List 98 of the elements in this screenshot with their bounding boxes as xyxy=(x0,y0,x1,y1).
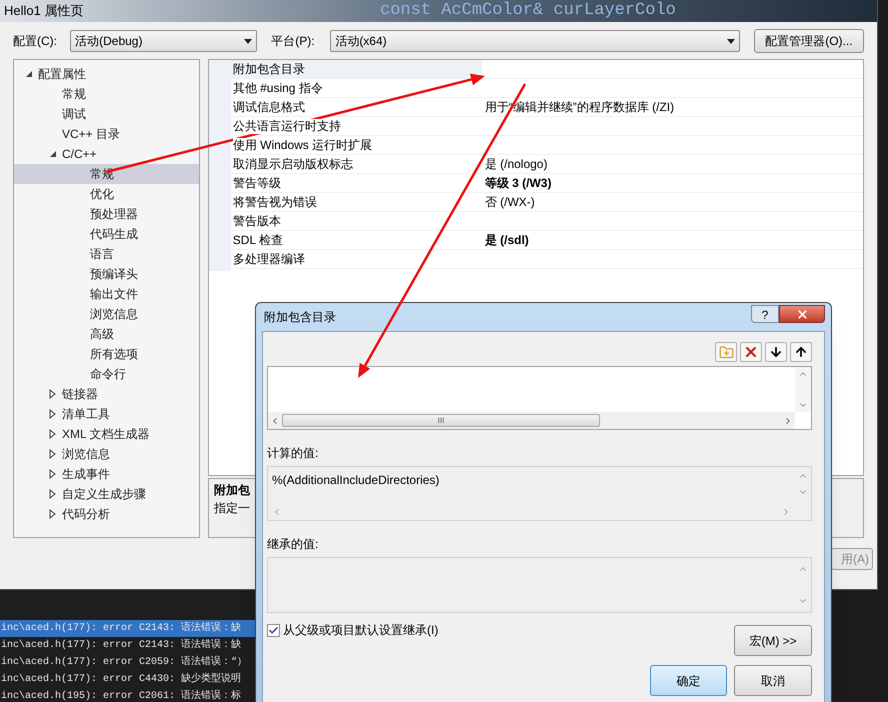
output-line[interactable]: inc\aced.h(195): error C2061: 语法错误：标 xyxy=(0,688,255,702)
tree-item-label: 代码分析 xyxy=(62,506,110,523)
tree-item[interactable]: 浏览信息 xyxy=(14,444,199,464)
property-name[interactable]: 多处理器编译 xyxy=(232,252,305,266)
platform-label: 平台(P): xyxy=(271,33,316,50)
property-name[interactable]: 将警告视为错误 xyxy=(232,194,317,210)
tree-item-label: 链接器 xyxy=(62,386,98,403)
tree-item-label: 预处理器 xyxy=(90,206,138,223)
property-name[interactable]: 调试信息格式 xyxy=(232,100,305,114)
output-line[interactable]: inc\aced.h(177): error C2143: 语法错误：缺 xyxy=(0,637,255,654)
platform-dropdown[interactable]: 活动(x64) xyxy=(330,30,740,52)
tree-item-label: 生成事件 xyxy=(62,466,110,483)
output-line[interactable]: inc\aced.h(177): error C4430: 缺少类型说明 xyxy=(0,671,255,688)
tree-item-label: 代码生成 xyxy=(90,226,138,243)
config-dropdown[interactable]: 活动(Debug) xyxy=(70,30,258,52)
tree-item-label: C/C++ xyxy=(62,146,97,163)
tree-item-label: 浏览信息 xyxy=(90,306,138,323)
tree-item-label: 输出文件 xyxy=(90,286,138,303)
property-name[interactable]: 警告等级 xyxy=(232,176,281,190)
close-icon xyxy=(796,308,808,320)
description-title: 附加包 xyxy=(214,482,250,499)
tree-item-label: 浏览信息 xyxy=(62,446,110,463)
property-name[interactable]: SDL 检查 xyxy=(232,232,284,248)
cancel-button[interactable]: 取消 xyxy=(734,665,812,696)
tree-item[interactable]: 配置属性 xyxy=(14,64,199,84)
property-value[interactable]: 是 (/sdl) xyxy=(482,231,529,249)
tree-item-label: 常规 xyxy=(62,86,86,103)
move-up-button[interactable] xyxy=(790,342,812,362)
property-name[interactable]: 取消显示启动版权标志 xyxy=(232,156,353,172)
tree-item[interactable]: VC++ 目录 xyxy=(14,124,199,144)
vertical-scrollbar[interactable] xyxy=(795,367,811,412)
tree-item-label: 预编译头 xyxy=(90,266,138,283)
tree-item-label: 语言 xyxy=(90,246,114,263)
property-value[interactable]: 否 (/WX-) xyxy=(482,193,535,211)
tree-item[interactable]: 优化 xyxy=(14,184,199,204)
tree-item-label: 所有选项 xyxy=(90,346,138,363)
delete-icon xyxy=(743,344,759,360)
new-folder-icon xyxy=(718,344,734,360)
inherit-checkbox[interactable]: 从父级或项目默认设置继承(I) xyxy=(267,621,734,639)
tree-item[interactable]: 清单工具 xyxy=(14,404,199,424)
expanded-triangle-icon[interactable] xyxy=(25,70,33,78)
tree-item[interactable]: 浏览信息 xyxy=(14,304,199,324)
tree-item[interactable]: 生成事件 xyxy=(14,464,199,484)
directory-list[interactable]: III xyxy=(267,366,812,430)
tree-item-label: 清单工具 xyxy=(62,406,110,423)
tree-item[interactable]: 常规 xyxy=(14,84,199,104)
description-text: 指定一 xyxy=(214,500,250,517)
tree-item[interactable]: 输出文件 xyxy=(14,284,199,304)
tree-item[interactable]: 高级 xyxy=(14,324,199,344)
ok-button[interactable]: 确定 xyxy=(650,665,727,696)
tree-item[interactable]: 代码生成 xyxy=(14,224,199,244)
tree-item[interactable]: 语言 xyxy=(14,244,199,264)
horizontal-scrollbar[interactable]: III xyxy=(268,412,795,429)
tree-item[interactable]: 所有选项 xyxy=(14,344,199,364)
property-name[interactable]: 公共语言运行时支持 xyxy=(232,118,341,134)
config-manager-button[interactable]: 配置管理器(O)... xyxy=(754,29,864,53)
background-code: const AcCmColor& curLayerColo xyxy=(380,0,676,22)
macro-button[interactable]: 宏(M) >> xyxy=(734,625,812,656)
dropdown-caret-icon xyxy=(726,38,735,44)
computed-value: %(AdditionalIncludeDirectories) xyxy=(271,472,440,489)
checkbox[interactable] xyxy=(267,624,280,636)
tree-item-label: 优化 xyxy=(90,186,114,203)
move-down-button[interactable] xyxy=(765,342,787,362)
tree-item-label: VC++ 目录 xyxy=(62,126,120,143)
tree-item-label: 调试 xyxy=(62,106,86,123)
tree-item-label: 自定义生成步骤 xyxy=(62,486,146,503)
tree-item[interactable]: 链接器 xyxy=(14,384,199,404)
tree-item-label: 命令行 xyxy=(90,366,126,383)
property-name[interactable]: 附加包含目录 xyxy=(232,62,305,76)
tree-item[interactable]: 命令行 xyxy=(14,364,199,384)
close-button[interactable] xyxy=(779,305,825,323)
computed-label: 计算的值: xyxy=(267,445,320,462)
config-label: 配置(C): xyxy=(13,33,58,50)
help-button[interactable]: ? xyxy=(751,305,779,323)
property-value[interactable]: 等级 3 (/W3) xyxy=(482,174,552,192)
output-line[interactable]: inc\aced.h(177): error C2059: 语法错误：“） xyxy=(0,654,255,671)
check-icon xyxy=(268,624,279,636)
tree-item[interactable]: 调试 xyxy=(14,104,199,124)
tree-item-label: 配置属性 xyxy=(38,66,86,83)
property-name[interactable]: 使用 Windows 运行时扩展 xyxy=(232,138,372,152)
tree-item[interactable]: 预编译头 xyxy=(14,264,199,284)
property-name[interactable]: 警告版本 xyxy=(232,214,281,228)
tree-item[interactable]: 预处理器 xyxy=(14,204,199,224)
tree-item[interactable]: 自定义生成步骤 xyxy=(14,484,199,504)
expanded-triangle-icon[interactable] xyxy=(49,150,57,158)
inherited-label: 继承的值: xyxy=(267,536,320,553)
dialog-title: 附加包含目录 xyxy=(263,309,337,326)
dropdown-caret-icon xyxy=(244,38,252,44)
tree-item-label: XML 文档生成器 xyxy=(62,426,150,443)
tree-item[interactable]: 代码分析 xyxy=(14,504,199,524)
scroll-thumb[interactable]: III xyxy=(282,414,600,427)
delete-button[interactable] xyxy=(740,342,762,362)
property-value[interactable]: 是 (/nologo) xyxy=(482,155,548,173)
tree-item[interactable]: XML 文档生成器 xyxy=(14,424,199,444)
tree-item-label: 高级 xyxy=(90,326,114,343)
window-title: Hello1 属性页 xyxy=(3,2,84,20)
tree-item[interactable]: C/C++ xyxy=(14,144,199,164)
property-name[interactable]: 其他 #using 指令 xyxy=(232,80,323,96)
